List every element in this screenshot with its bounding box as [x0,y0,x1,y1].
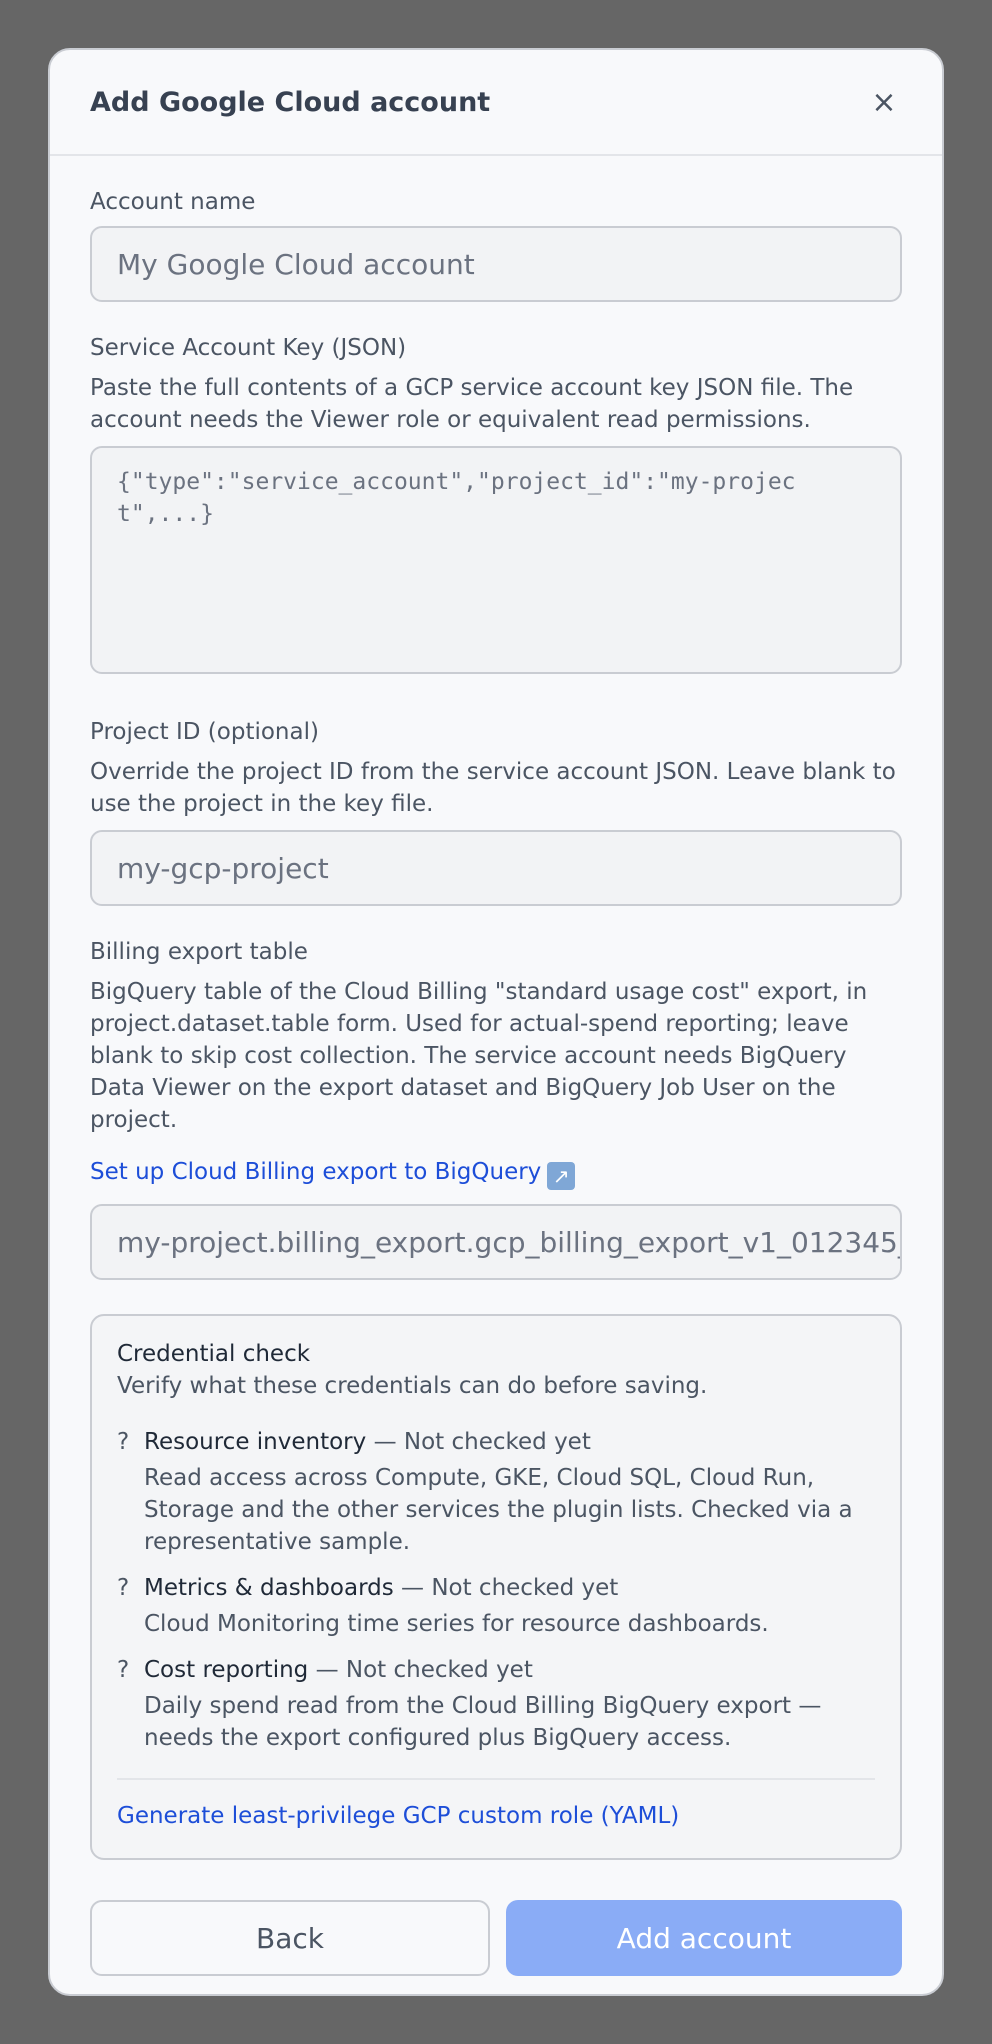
service-key-help: Paste the full contents of a GCP service… [90,375,854,433]
service-key-label: Service Account Key (JSON) [90,335,407,361]
billing-table-label: Billing export table [90,939,308,965]
check-name: Resource inventory [144,1429,367,1455]
unknown-status-icon: ? [117,1575,130,1601]
project-id-label: Project ID (optional) [90,719,319,745]
billing-setup-link[interactable]: Set up Cloud Billing export to BigQuery ↗ [90,1156,902,1190]
dialog-body: Account name My Google Cloud account Ser… [50,186,942,1976]
credential-check-title: Credential check [117,1341,311,1367]
add-account-dialog: Add Google Cloud account × Account name … [48,48,944,1996]
back-button[interactable]: Back [90,1900,490,1976]
service-key-textarea[interactable]: {"type":"service_account","project_id":"… [90,446,902,674]
dialog-title: Add Google Cloud account [90,86,491,118]
generate-role-link[interactable]: Generate least-privilege GCP custom role… [117,1803,679,1829]
project-id-input[interactable]: my-gcp-project [90,830,902,906]
credential-check-panel: Credential check Verify what these crede… [90,1314,902,1860]
check-item-resource-inventory: ? Resource inventory — Not checked yet R… [117,1426,875,1558]
check-status: — Not checked yet [393,1575,619,1601]
check-name: Cost reporting [144,1657,309,1683]
check-status: — Not checked yet [308,1657,533,1683]
project-id-help: Override the project ID from the service… [90,759,896,817]
credential-check-subtitle: Verify what these credentials can do bef… [117,1373,708,1399]
account-name-label: Account name [90,189,256,215]
check-status: — Not checked yet [366,1429,591,1455]
credential-check-divider: Generate least-privilege GCP custom role… [117,1778,875,1832]
check-item-metrics-dashboards: ? Metrics & dashboards — Not checked yet… [117,1572,875,1640]
external-link-icon: ↗ [547,1162,576,1190]
dialog-header: Add Google Cloud account × [50,50,942,156]
check-description: Cloud Monitoring time series for resourc… [144,1611,769,1637]
account-name-input[interactable]: My Google Cloud account [90,226,902,302]
add-account-button[interactable]: Add account [506,1900,902,1976]
check-item-cost-reporting: ? Cost reporting — Not checked yet Daily… [117,1654,875,1754]
check-description: Read access across Compute, GKE, Cloud S… [144,1465,853,1555]
billing-setup-link-text[interactable]: Set up Cloud Billing export to BigQuery [90,1159,541,1185]
unknown-status-icon: ? [117,1657,130,1683]
unknown-status-icon: ? [117,1429,130,1455]
check-name: Metrics & dashboards [144,1575,394,1601]
dialog-footer: Back Add account [90,1900,902,1976]
billing-table-input[interactable]: my-project.billing_export.gcp_billing_ex… [90,1204,902,1280]
close-icon[interactable]: × [866,84,902,120]
check-description: Daily spend read from the Cloud Billing … [144,1693,822,1751]
billing-table-help: BigQuery table of the Cloud Billing "sta… [90,979,868,1133]
